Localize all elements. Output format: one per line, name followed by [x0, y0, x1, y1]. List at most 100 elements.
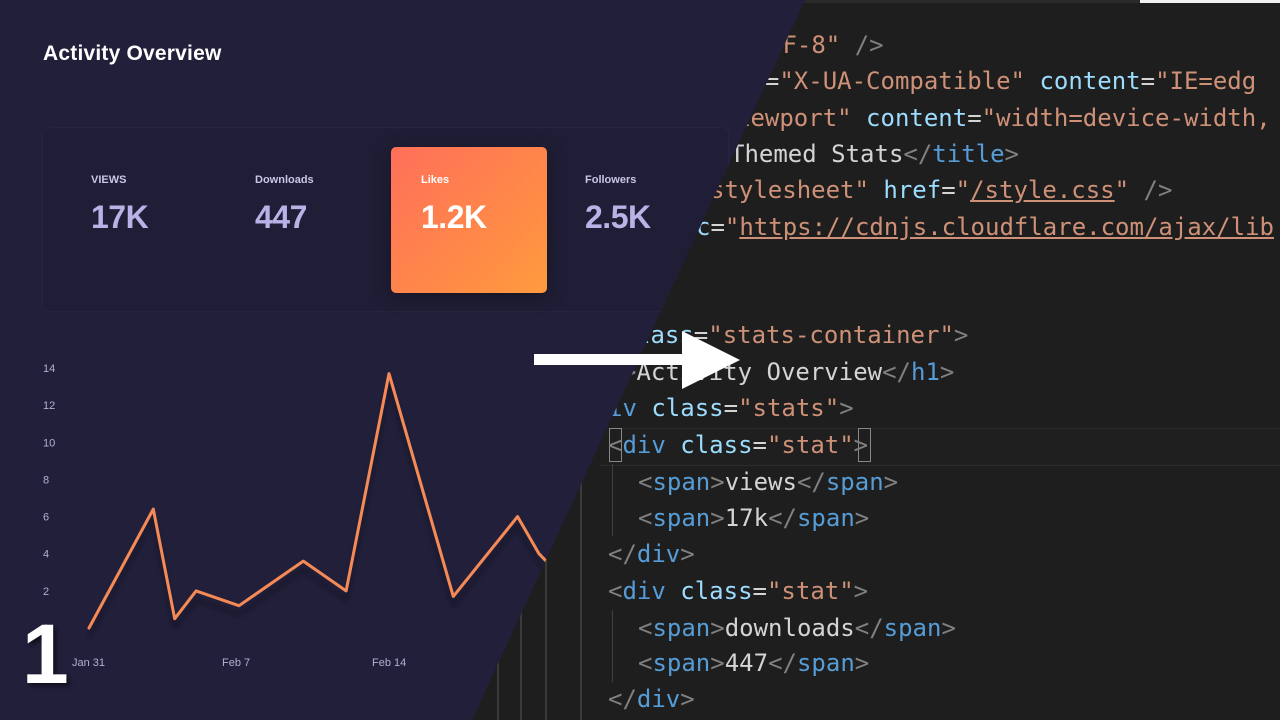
- code-token: span: [652, 504, 711, 532]
- code-token: "stat": [766, 431, 854, 459]
- code-line[interactable]: iewport" content="width=device-width,: [736, 100, 1271, 136]
- code-line[interactable]: <span>views</span>: [638, 464, 898, 500]
- code-token: >: [1004, 140, 1019, 168]
- code-token: <: [638, 649, 653, 677]
- code-line[interactable]: <span>447</span>: [638, 645, 869, 681]
- code-token: </: [768, 504, 797, 532]
- code-token: class: [651, 394, 724, 422]
- code-token: =: [1140, 67, 1156, 95]
- code-token: span: [652, 614, 711, 642]
- code-token: >: [939, 358, 955, 386]
- code-token: href: [883, 176, 942, 204]
- code-token: >: [710, 468, 725, 496]
- gutter-guide: [580, 465, 582, 720]
- code-token: ": [724, 213, 740, 241]
- code-token: ": [955, 176, 971, 204]
- code-token: >: [710, 614, 725, 642]
- y-tick-label: 4: [43, 549, 49, 561]
- code-token: >: [839, 394, 854, 422]
- code-line[interactable]: <div class="stat">: [608, 573, 868, 609]
- code-token: https://cdnjs.cloudflare.com/ajax/lib: [739, 213, 1274, 241]
- code-token: </: [796, 468, 826, 496]
- code-line[interactable]: <span>downloads</span>: [638, 610, 956, 646]
- code-line[interactable]: stylesheet" href="/style.css" />: [710, 172, 1172, 208]
- code-token: "stats-container": [708, 321, 954, 349]
- x-tick-label: Feb 7: [222, 657, 250, 669]
- code-token: span: [652, 468, 711, 496]
- code-line[interactable]: <div class="stat">: [608, 427, 868, 463]
- code-token: "width=device-width,: [981, 104, 1271, 132]
- code-token: span: [825, 468, 884, 496]
- code-token: title: [932, 140, 1005, 168]
- code-token: >: [710, 504, 725, 532]
- code-token: =: [752, 431, 767, 459]
- code-token: span: [883, 614, 942, 642]
- code-token: >: [680, 685, 695, 713]
- code-token: span: [796, 504, 855, 532]
- code-token: class: [680, 577, 753, 605]
- code-token: </: [903, 140, 933, 168]
- code-token: >: [941, 614, 956, 642]
- code-token: =: [967, 104, 982, 132]
- y-tick-label: 10: [43, 437, 55, 449]
- code-token: div: [622, 431, 666, 459]
- code-line[interactable]: Themed Stats</title>: [730, 136, 1019, 172]
- code-token: 447: [724, 649, 769, 677]
- code-token: div: [622, 577, 666, 605]
- code-token: class: [680, 431, 753, 459]
- code-token: views: [724, 468, 797, 496]
- indent-guide: [612, 610, 613, 682]
- code-token: <: [638, 614, 653, 642]
- code-line[interactable]: <span>17k</span>: [638, 500, 869, 536]
- code-token: /style.css: [970, 176, 1115, 204]
- code-line[interactable]: </div>: [608, 681, 695, 717]
- y-tick-label: 2: [43, 586, 49, 598]
- code-token: stylesheet": [710, 176, 869, 204]
- code-token: >: [710, 649, 725, 677]
- gutter-guide: [545, 535, 547, 720]
- code-line[interactable]: </div>: [608, 536, 695, 572]
- code-token: div: [636, 685, 681, 713]
- code-token: =: [723, 394, 739, 422]
- indent-guide: [612, 464, 613, 536]
- code-token: 17k: [724, 504, 769, 532]
- code-line[interactable]: iv class="stats">: [608, 390, 854, 426]
- step-number: 1: [22, 607, 69, 701]
- code-token: >: [953, 321, 969, 349]
- y-tick-label: 8: [43, 474, 49, 486]
- code-token: >: [680, 540, 695, 568]
- code-token: </: [768, 649, 797, 677]
- series-line: [87, 372, 562, 630]
- code-line[interactable]: c="https://cdnjs.cloudflare.com/ajax/lib: [696, 209, 1274, 245]
- arrow-right-icon: [682, 331, 740, 389]
- code-token: =: [710, 213, 725, 241]
- code-token: content: [1039, 67, 1141, 95]
- code-token: h1: [911, 358, 940, 386]
- gutter-guide: [520, 605, 522, 720]
- code-token: >: [854, 504, 870, 532]
- code-token: >: [853, 431, 869, 459]
- code-line[interactable]: iv="X-UA-Compatible" content="IE=edg: [736, 63, 1256, 99]
- code-token: <: [608, 577, 623, 605]
- code-token: </: [882, 358, 911, 386]
- gutter-guide: [497, 660, 499, 720]
- code-token: Themed Stats: [730, 140, 904, 168]
- code-token: "stat": [766, 577, 854, 605]
- code-token: </: [608, 540, 637, 568]
- y-tick-label: 14: [43, 363, 55, 375]
- code-token: />: [1143, 176, 1173, 204]
- code-token: </: [854, 614, 884, 642]
- code-token: content: [866, 104, 968, 132]
- y-axis: 02468101214: [43, 363, 55, 635]
- code-token: >: [853, 577, 869, 605]
- code-token: >: [883, 468, 899, 496]
- code-token: div: [636, 540, 681, 568]
- code-token: "IE=edg: [1155, 67, 1257, 95]
